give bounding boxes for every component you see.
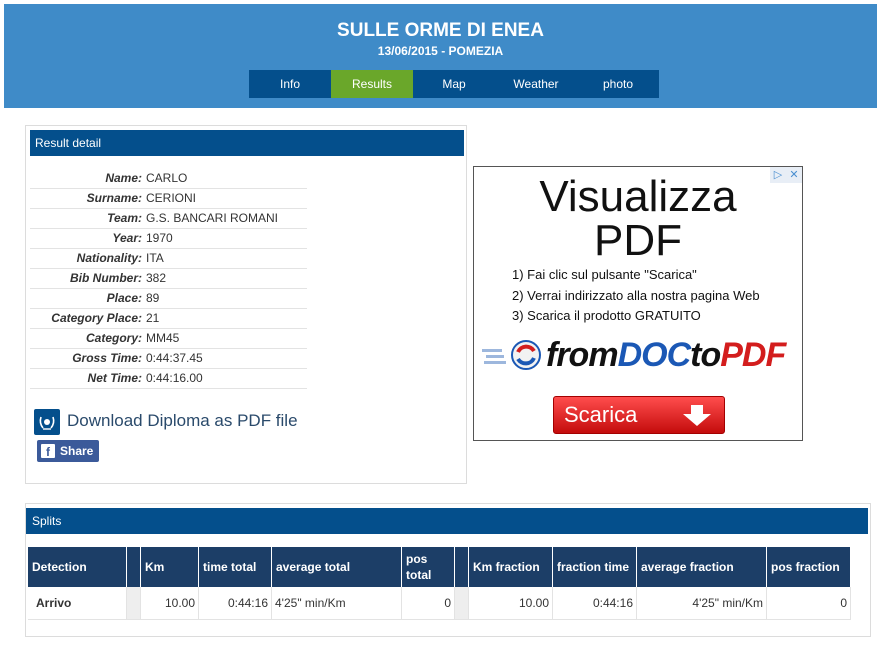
splits-header-row: Detection Km time total average total po… xyxy=(28,547,851,587)
detail-value: CARLO xyxy=(146,171,188,185)
detail-value: 0:44:37.45 xyxy=(146,351,203,365)
facebook-share-button[interactable]: f Share xyxy=(37,440,99,462)
ad-headline-2: PDF xyxy=(594,216,682,265)
advertisement[interactable]: ▷ ✕ Visualizza PDF 1) Fai clic sul pulsa… xyxy=(473,166,803,441)
col-average-fraction: average fraction xyxy=(636,547,767,587)
detail-value: CERIONI xyxy=(146,191,197,205)
detail-row-team: Team: G.S. BANCARI ROMANI xyxy=(30,209,307,229)
ad-step-1: 1) Fai clic sul pulsante "Scarica" xyxy=(512,267,697,282)
detail-label: Bib Number: xyxy=(70,271,142,285)
col-detection: Detection xyxy=(28,547,127,587)
ad-brand-logo: fromDOCtoPDF xyxy=(480,335,796,375)
col-pos-total: pos total xyxy=(401,547,455,587)
detail-value: 89 xyxy=(146,291,160,305)
splits-panel: Splits Detection Km time total average t… xyxy=(25,503,871,637)
detail-label: Surname: xyxy=(86,191,142,205)
splits-heading: Splits xyxy=(26,508,868,534)
detail-value: 1970 xyxy=(146,231,173,245)
ad-step-2: 2) Verrai indirizzato alla nostra pagina… xyxy=(512,288,760,303)
cell-pos-fraction: 0 xyxy=(766,587,851,620)
cell-spacer xyxy=(454,587,469,620)
col-km-fraction: Km fraction xyxy=(468,547,553,587)
cell-km: 10.00 xyxy=(140,587,199,620)
col-km: Km xyxy=(140,547,199,587)
cell-spacer xyxy=(126,587,141,620)
cell-detection: Arrivo xyxy=(28,587,127,620)
detail-row-gross-time: Gross Time: 0:44:37.45 xyxy=(30,349,307,369)
cell-average-fraction: 4'25" min/Km xyxy=(636,587,767,620)
cell-average-total: 4'25" min/Km xyxy=(271,587,402,620)
detail-label: Team: xyxy=(107,211,142,225)
col-spacer xyxy=(454,547,469,587)
event-nav: Info Results Map Weather photo xyxy=(249,70,659,98)
detail-row-place: Place: 89 xyxy=(30,289,307,309)
col-spacer xyxy=(126,547,141,587)
cell-pos-total: 0 xyxy=(401,587,455,620)
ad-download-label: Scarica xyxy=(564,402,638,427)
detail-value: MM45 xyxy=(146,331,180,345)
detail-label: Gross Time: xyxy=(72,351,142,365)
detail-value: ITA xyxy=(146,251,164,265)
result-detail-panel: Result detail Name: CARLO Surname: CERIO… xyxy=(25,125,467,484)
detail-row-bib-number: Bib Number: 382 xyxy=(30,269,307,289)
detail-label: Name: xyxy=(105,171,142,185)
detail-row-nationality: Nationality: ITA xyxy=(30,249,307,269)
detail-row-category-place: Category Place: 21 xyxy=(30,309,307,329)
event-title: SULLE ORME DI ENEA xyxy=(337,20,544,41)
detail-row-surname: Surname: CERIONI xyxy=(30,189,307,209)
detail-value: 21 xyxy=(146,311,160,325)
detail-row-name: Name: CARLO xyxy=(30,169,307,189)
event-date-location: 13/06/2015 - POMEZIA xyxy=(377,44,504,58)
diploma-laurel-icon[interactable] xyxy=(34,409,60,435)
tab-photo[interactable]: photo xyxy=(577,70,659,98)
table-row: Arrivo 10.00 0:44:16 4'25" min/Km 0 10.0… xyxy=(28,587,851,620)
detail-label: Year: xyxy=(112,231,142,245)
detail-value: 0:44:16.00 xyxy=(146,371,203,385)
cell-fraction-time: 0:44:16 xyxy=(552,587,637,620)
detail-row-net-time: Net Time: 0:44:16.00 xyxy=(30,369,307,389)
col-time-total: time total xyxy=(198,547,272,587)
tab-results[interactable]: Results xyxy=(331,70,413,98)
share-label: Share xyxy=(60,444,94,458)
ad-step-3: 3) Scarica il prodotto GRATUITO xyxy=(512,308,701,323)
result-detail-heading: Result detail xyxy=(30,130,464,156)
detail-value: G.S. BANCARI ROMANI xyxy=(146,211,279,225)
detail-label: Category: xyxy=(85,331,142,345)
tab-info[interactable]: Info xyxy=(249,70,331,98)
detail-label: Nationality: xyxy=(76,251,142,265)
ad-download-button[interactable]: Scarica xyxy=(553,396,725,434)
detail-row-year: Year: 1970 xyxy=(30,229,307,249)
ad-brand-name: fromDOCtoPDF xyxy=(546,336,786,374)
col-fraction-time: fraction time xyxy=(552,547,637,587)
detail-label: Category Place: xyxy=(51,311,142,325)
cell-km-fraction: 10.00 xyxy=(468,587,553,620)
arrow-down-icon xyxy=(683,405,711,426)
convert-arrows-icon xyxy=(482,340,541,370)
ad-headline: Visualizza xyxy=(539,172,737,221)
detail-row-category: Category: MM45 xyxy=(30,329,307,349)
event-header: SULLE ORME DI ENEA 13/06/2015 - POMEZIA … xyxy=(4,4,877,108)
splits-table: Detection Km time total average total po… xyxy=(28,547,851,620)
facebook-icon: f xyxy=(41,444,55,459)
col-average-total: average total xyxy=(271,547,402,587)
detail-value: 382 xyxy=(146,271,167,285)
tab-weather[interactable]: Weather xyxy=(495,70,577,98)
detail-label: Net Time: xyxy=(87,371,142,385)
download-diploma-link[interactable]: Download Diploma as PDF file xyxy=(67,409,298,433)
col-pos-fraction: pos fraction xyxy=(766,547,851,587)
cell-time-total: 0:44:16 xyxy=(198,587,272,620)
detail-label: Place: xyxy=(106,291,142,305)
tab-map[interactable]: Map xyxy=(413,70,495,98)
